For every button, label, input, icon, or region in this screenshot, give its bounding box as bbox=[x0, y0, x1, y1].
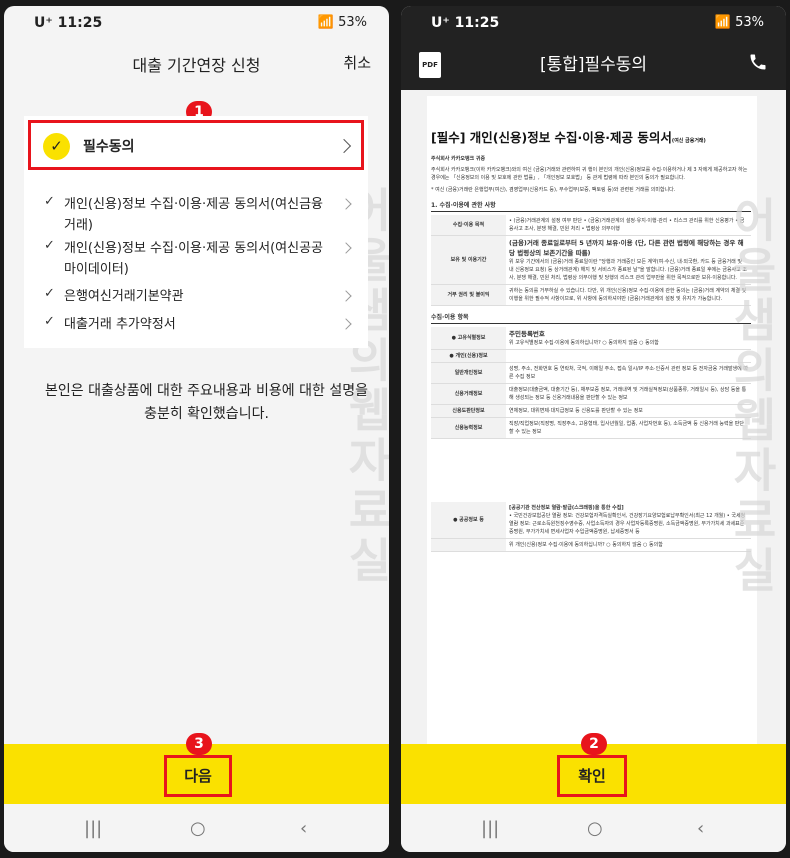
check-icon: ✓ bbox=[44, 238, 55, 253]
doc-note: * 여신 (금융)거래란 은행업무(여신), 겸영업무(신용카드 등), 부수업… bbox=[431, 187, 676, 193]
table-row: ● 공공정보 등 [공공기관 전산정보 열람·발급(스크래핑)을 통한 수집] • … bbox=[431, 502, 751, 539]
sub-item-3[interactable]: ✓ 은행여신거래기본약관 bbox=[44, 286, 354, 310]
home-icon[interactable]: ○ bbox=[587, 818, 603, 839]
check-icon: ✓ bbox=[44, 194, 55, 209]
required-consent-label: 필수동의 bbox=[83, 139, 135, 155]
table-row: 위 개인(신용)정보 수집·이용에 동의하십니까? ○ 동의하지 않음 ○ 동의… bbox=[431, 538, 751, 552]
system-nav-bar: ||| ○ ‹ bbox=[401, 804, 786, 852]
sub-item-2[interactable]: ✓ 개인(신용)정보 수집·이용·제공 동의서(여신공공마이데이터) bbox=[44, 238, 354, 282]
table-row: 신용도판단정보 연체정보, 대위변제·대지급정보 등 신용도를 판단할 수 있는 … bbox=[431, 404, 751, 418]
chevron-right-icon bbox=[340, 318, 352, 330]
status-time: U⁺ 11:25 bbox=[34, 15, 103, 31]
header: PDF [통합]필수동의 bbox=[401, 40, 786, 90]
doc-intro: 주식회사 카카오뱅크(이하 카카오뱅크)와의 여신 (금융)거래와 관련하여 귀… bbox=[431, 167, 748, 181]
table-row: ● 개인(신용)정보 bbox=[431, 349, 751, 363]
notice-text: 본인은 대출상품에 대한 주요내용과 비용에 대한 설명을 충분히 확인했습니다… bbox=[45, 383, 368, 422]
cancel-button[interactable]: 취소 bbox=[343, 52, 371, 73]
sub-item-4[interactable]: ✓ 대출거래 추가약정서 bbox=[44, 314, 354, 338]
check-icon: ✓ bbox=[44, 314, 55, 329]
check-icon: ✓ bbox=[43, 133, 70, 160]
header: 대출 기간연장 신청 취소 bbox=[4, 40, 389, 92]
confirm-button[interactable]: 확인 bbox=[557, 755, 627, 797]
chevron-right-icon bbox=[336, 138, 352, 154]
system-nav-bar: ||| ○ ‹ bbox=[4, 804, 389, 852]
doc-table-2: ● 고유식별정보 주민등록번호 위 고유식별정보 수집·이용에 동의하십니까? ○ … bbox=[431, 327, 751, 439]
doc-section-2: 수집·이용 항목 bbox=[431, 312, 751, 324]
badge-3: 3 bbox=[186, 733, 212, 755]
recent-apps-icon[interactable]: ||| bbox=[84, 818, 102, 839]
next-button[interactable]: 다음 bbox=[164, 755, 232, 797]
phone-icon[interactable] bbox=[748, 52, 768, 72]
status-bar: U⁺ 11:25 📶 53% bbox=[401, 6, 786, 40]
table-row: 일반개인정보 성명, 주소, 전화번호 등 연락처, 국적, 이메일 주소, 접속… bbox=[431, 362, 751, 384]
check-icon: ✓ bbox=[44, 286, 55, 301]
home-icon[interactable]: ○ bbox=[190, 818, 206, 839]
status-time: U⁺ 11:25 bbox=[431, 15, 500, 31]
chevron-right-icon bbox=[340, 242, 352, 254]
recent-apps-icon[interactable]: ||| bbox=[481, 818, 499, 839]
chevron-right-icon bbox=[340, 290, 352, 302]
status-bar: U⁺ 11:25 📶 53% bbox=[4, 6, 389, 40]
left-screen: U⁺ 11:25 📶 53% 대출 기간연장 신청 취소 어울샘의웹자료실 1 … bbox=[4, 6, 389, 852]
doc-table-3: ● 공공정보 등 [공공기관 전산정보 열람·발급(스크래핑)을 통한 수집] • … bbox=[431, 502, 751, 552]
table-row: 신용능력정보 직장/직업정보(직장명, 직장주소, 고용형태, 입사년월일, 업종… bbox=[431, 417, 751, 439]
right-screen: U⁺ 11:25 📶 53% PDF [통합]필수동의 [필수] 개인(신용)정… bbox=[401, 6, 786, 852]
table-row: 수집·이용 목적 • (금융)거래관계의 설정 여부 판단 • (금융)거래관계의… bbox=[431, 215, 751, 236]
doc-company: 주식회사 카카오뱅크 귀중 bbox=[431, 156, 486, 162]
back-icon[interactable]: ‹ bbox=[697, 818, 704, 839]
back-icon[interactable]: ‹ bbox=[300, 818, 307, 839]
required-consent-item[interactable]: ✓ 필수동의 bbox=[28, 120, 364, 170]
doc-heading: [필수] 개인(신용)정보 수집·이용·제공 동의서(여신 금융거래) bbox=[431, 130, 706, 145]
table-row: ● 고유식별정보 주민등록번호 위 고유식별정보 수집·이용에 동의하십니까? ○ … bbox=[431, 327, 751, 350]
page-title: 대출 기간연장 신청 bbox=[132, 56, 261, 75]
page-title: [통합]필수동의 bbox=[539, 55, 648, 75]
status-signal: 📶 53% bbox=[714, 15, 764, 30]
document-viewer[interactable]: [필수] 개인(신용)정보 수집·이용·제공 동의서(여신 금융거래) 주식회사… bbox=[427, 96, 757, 744]
table-row: 보유 및 이용기간 (금융)거래 종료일로부터 5 년까지 보유·이용 (단, 다… bbox=[431, 235, 751, 285]
doc-section-1: 1. 수집·이용에 관한 사항 bbox=[431, 200, 751, 212]
watermark: 어울샘의웹자료실 bbox=[725, 196, 779, 596]
doc-table-1: 수집·이용 목적 • (금융)거래관계의 설정 여부 판단 • (금융)거래관계의… bbox=[431, 215, 751, 306]
sub-item-1[interactable]: ✓ 개인(신용)정보 수집·이용·제공 동의서(여신금융거래) bbox=[44, 194, 354, 238]
table-row: 거부 권리 및 불이익 귀하는 동의를 거부하실 수 있습니다. 다만, 위 개인… bbox=[431, 284, 751, 306]
badge-2: 2 bbox=[581, 733, 607, 755]
table-row: 신용거래정보 대출정보(대출금액, 대출기간 등), 채무보증 정보, 거래내역 … bbox=[431, 383, 751, 405]
chevron-right-icon bbox=[340, 198, 352, 210]
status-signal: 📶 53% bbox=[317, 15, 367, 30]
